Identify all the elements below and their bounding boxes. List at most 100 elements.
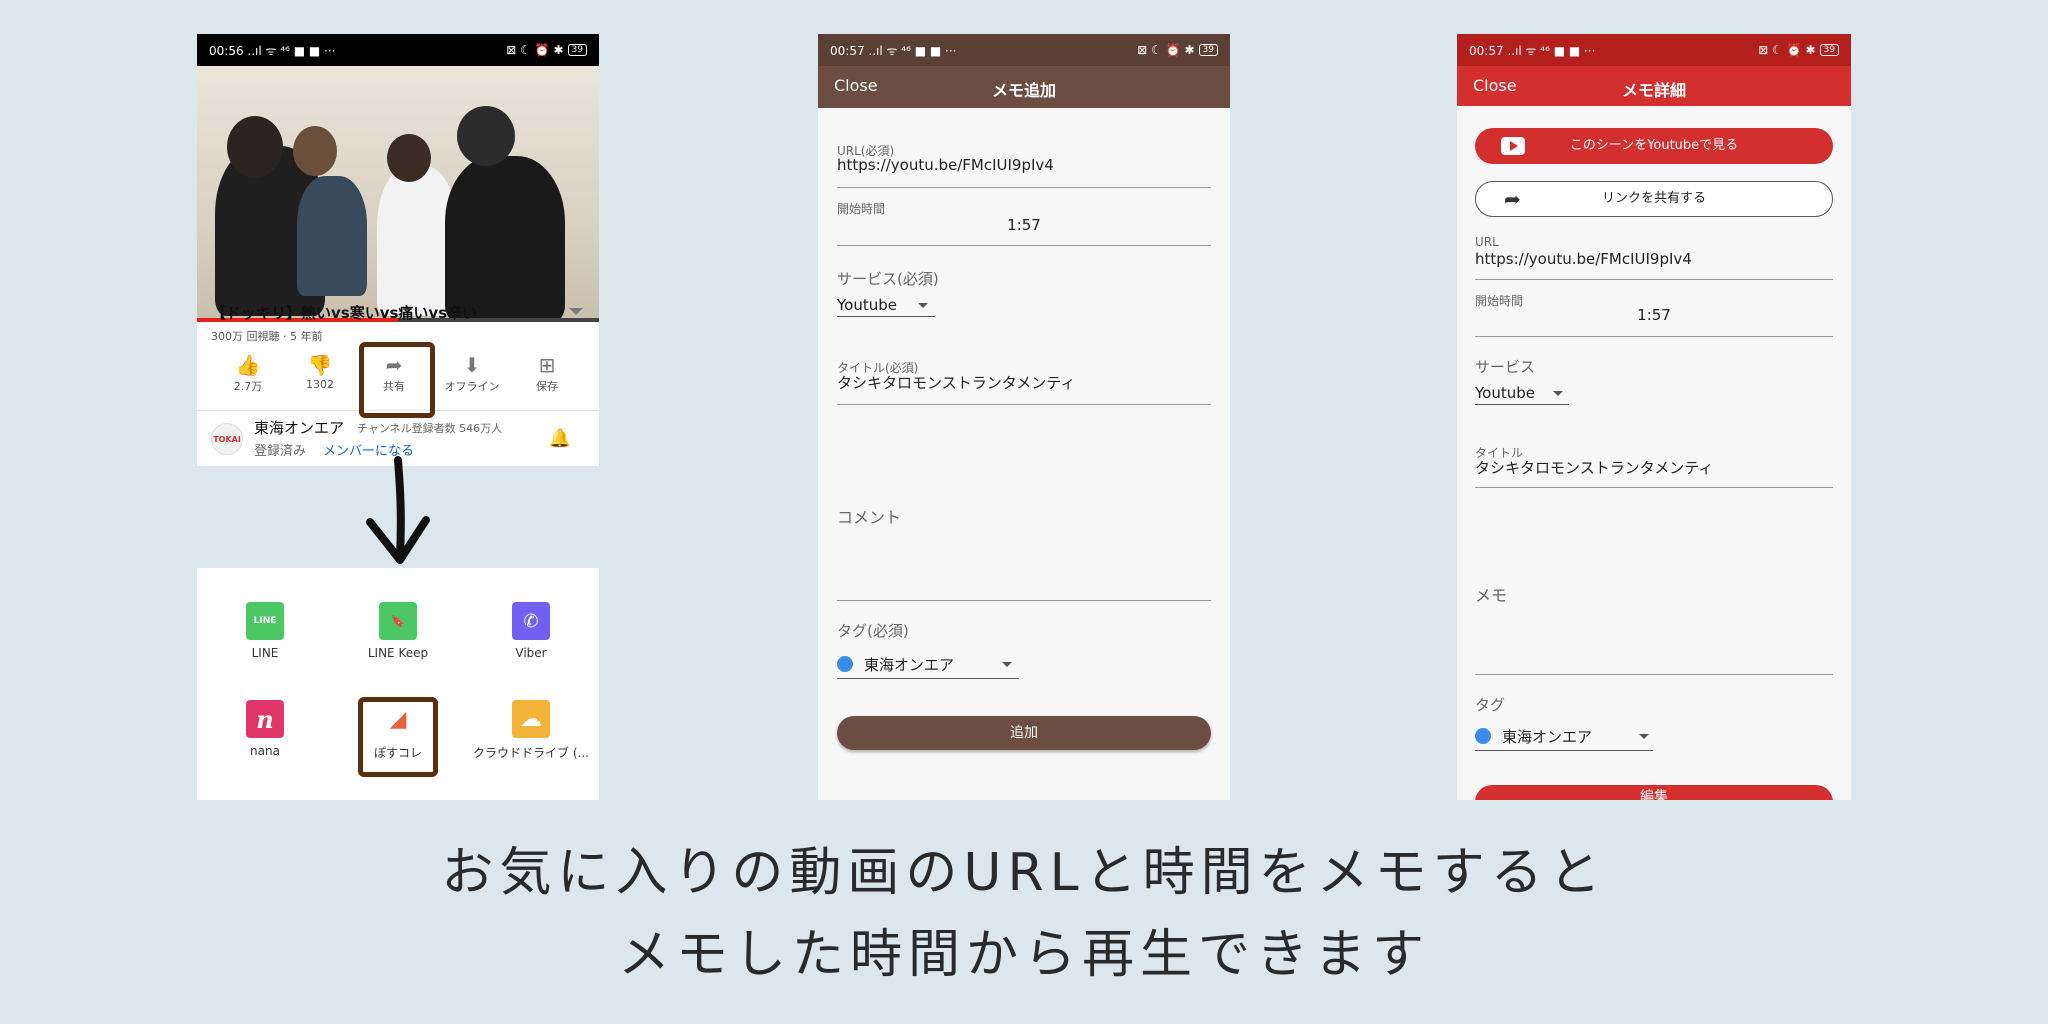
- share-highlight-box: [359, 342, 435, 418]
- video-player[interactable]: [197, 66, 599, 322]
- url-label: URL: [1475, 235, 1499, 249]
- status-right-icons: ⊠ ☾ ⏰ ✱: [506, 43, 564, 57]
- watch-button-label: このシーンをYoutubeで見る: [1569, 138, 1739, 153]
- title-field[interactable]: タシキタロモンストランタメンティ: [1475, 457, 1713, 478]
- save-button[interactable]: ⊞ 保存: [512, 352, 582, 394]
- service-label: サービス(必須): [837, 270, 939, 288]
- share-button-label: リンクを共有する: [1601, 191, 1706, 206]
- like-count: 2.7万: [233, 380, 263, 393]
- bookmark-icon: 🔖: [379, 602, 417, 640]
- memo-underline: [1475, 674, 1833, 675]
- tag-color-dot: [837, 656, 853, 672]
- share-app-line[interactable]: LINE LINE: [200, 602, 330, 660]
- caption-line-1: お気に入りの動画のURLと時間をメモすると: [441, 843, 1607, 903]
- dislike-button[interactable]: 👎 1302: [285, 352, 355, 391]
- offline-button[interactable]: ⬇ オフライン: [437, 352, 507, 394]
- title-field[interactable]: タシキタロモンストランタメンティ: [837, 372, 1075, 393]
- poscolle-highlight-box: [358, 697, 438, 777]
- url-underline: [1475, 279, 1833, 280]
- status-icons: ..ıl ᯤ ⁴⁶ ■ ■ ···: [1507, 43, 1596, 58]
- person-head: [227, 116, 283, 178]
- start-time-field[interactable]: 1:57: [1475, 306, 1833, 324]
- memo-detail-screen: 00:57 ..ıl ᯤ ⁴⁶ ■ ■ ··· ⊠ ☾ ⏰ ✱ 39 Close …: [1457, 34, 1851, 800]
- status-time: 00:57: [830, 43, 865, 58]
- youtube-play-icon: [1501, 137, 1525, 155]
- chevron-down-icon[interactable]: [1553, 391, 1563, 396]
- save-icon: ⊞: [538, 353, 556, 377]
- bell-icon[interactable]: 🔔: [549, 428, 571, 449]
- service-select[interactable]: Youtube: [837, 296, 897, 314]
- battery-icon: 39: [1198, 44, 1218, 56]
- person-head: [293, 126, 337, 176]
- status-right-icons: ⊠ ☾ ⏰ ✱: [1137, 43, 1195, 57]
- comment-field[interactable]: コメント: [837, 504, 901, 528]
- start-time-underline: [837, 245, 1211, 246]
- share-app-cloud-drive[interactable]: ☁ クラウドドライブ (...: [466, 700, 596, 761]
- channel-name[interactable]: 東海オンエア: [254, 417, 344, 438]
- title-underline: [1475, 487, 1833, 488]
- battery-icon: 39: [567, 44, 587, 56]
- thumbs-down-icon: 👎: [307, 353, 333, 377]
- title-underline: [837, 404, 1211, 405]
- offline-label: オフライン: [444, 380, 500, 393]
- status-icons: ..ıl ᯤ ⁴⁶ ■ ■ ···: [247, 43, 336, 58]
- memo-field[interactable]: メモ: [1475, 582, 1507, 606]
- share-app-viber[interactable]: ✆ Viber: [466, 602, 596, 660]
- memo-add-screen: 00:57 ..ıl ᯤ ⁴⁶ ■ ■ ··· ⊠ ☾ ⏰ ✱ 39 Close …: [818, 34, 1230, 800]
- like-button[interactable]: 👍 2.7万: [213, 352, 283, 394]
- channel-avatar[interactable]: TOKAI: [211, 423, 243, 455]
- cloud-icon: ☁: [512, 700, 550, 738]
- subscribed-label[interactable]: 登録済み: [254, 440, 306, 459]
- page-title: メモ追加: [991, 81, 1056, 100]
- person-figure: [445, 156, 565, 322]
- tag-select[interactable]: 東海オンエア: [1502, 726, 1592, 747]
- down-arrow-icon: [366, 456, 430, 564]
- save-label: 保存: [536, 380, 558, 393]
- chevron-down-icon[interactable]: [918, 303, 928, 308]
- status-icons: ..ıl ᯤ ⁴⁶ ■ ■ ···: [868, 43, 957, 58]
- expand-caret-icon[interactable]: [569, 308, 583, 315]
- service-underline: [837, 316, 935, 317]
- nana-icon: n: [246, 700, 284, 738]
- status-bar: 00:56 ..ıl ᯤ ⁴⁶ ■ ■ ··· ⊠ ☾ ⏰ ✱ 39: [197, 34, 599, 66]
- status-time: 00:56: [209, 43, 244, 58]
- app-header: Close メモ詳細: [1457, 66, 1851, 106]
- app-label: クラウドドライブ (...: [473, 746, 589, 760]
- service-select[interactable]: Youtube: [1475, 384, 1535, 402]
- video-meta: 300万 回視聴 · 5 年前: [211, 330, 323, 343]
- share-icon: ➦: [1504, 187, 1521, 211]
- chevron-down-icon[interactable]: [1639, 734, 1649, 739]
- chevron-down-icon[interactable]: [1002, 662, 1012, 667]
- tag-color-dot: [1475, 728, 1491, 744]
- status-right-icons: ⊠ ☾ ⏰ ✱: [1758, 43, 1816, 57]
- start-time-label: 開始時間: [837, 202, 886, 216]
- share-app-nana[interactable]: n nana: [200, 700, 330, 758]
- add-button[interactable]: 追加: [837, 716, 1211, 750]
- status-time: 00:57: [1469, 43, 1504, 58]
- video-title: 【ドッキリ】熱いvs寒いvs痛いvs辛い: [211, 304, 478, 322]
- url-field[interactable]: https://youtu.be/FMcIUI9pIv4: [1475, 250, 1692, 268]
- app-label: LINE Keep: [367, 646, 429, 660]
- share-app-line-keep[interactable]: 🔖 LINE Keep: [333, 602, 463, 660]
- person-head: [387, 134, 431, 182]
- status-bar: 00:57 ..ıl ᯤ ⁴⁶ ■ ■ ··· ⊠ ☾ ⏰ ✱ 39: [1457, 34, 1851, 66]
- url-field[interactable]: https://youtu.be/FMcIUI9pIv4: [837, 156, 1054, 174]
- tag-label: タグ(必須): [837, 622, 909, 640]
- person-head: [457, 106, 515, 166]
- share-link-button[interactable]: ➦ リンクを共有する: [1475, 181, 1833, 217]
- app-label: LINE: [251, 646, 279, 660]
- tag-underline: [837, 678, 1019, 679]
- person-figure: [297, 176, 367, 296]
- channel-subscribers: チャンネル登録者数 546万人: [357, 422, 503, 435]
- viber-icon: ✆: [512, 602, 550, 640]
- edit-button[interactable]: 編集: [1475, 785, 1833, 800]
- page-title: メモ詳細: [1621, 81, 1686, 100]
- tag-select[interactable]: 東海オンエア: [864, 654, 954, 675]
- service-label: サービス: [1475, 358, 1536, 376]
- watch-youtube-button[interactable]: このシーンをYoutubeで見る: [1475, 128, 1833, 164]
- comment-underline: [837, 600, 1211, 601]
- line-icon: LINE: [246, 602, 284, 640]
- dislike-count: 1302: [306, 378, 334, 391]
- start-time-field[interactable]: 1:57: [837, 216, 1211, 234]
- tag-underline: [1475, 750, 1653, 751]
